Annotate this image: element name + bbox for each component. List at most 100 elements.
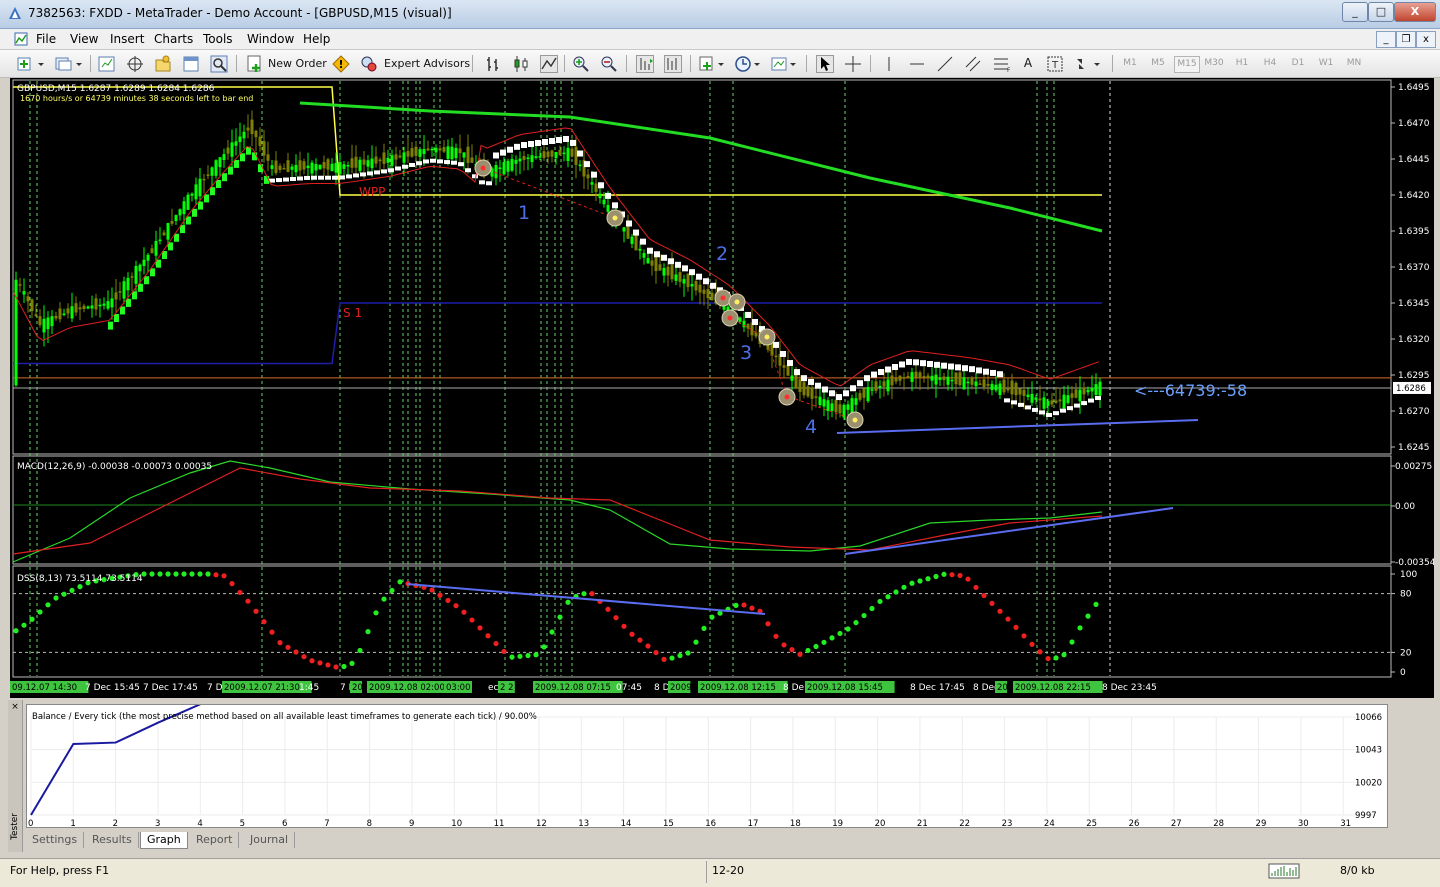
trailing-stop-marker <box>409 162 415 167</box>
trailing-stop-marker <box>752 319 758 325</box>
candle-body <box>50 316 54 327</box>
time-tick-label: 7 Dec 17:45 <box>143 683 198 693</box>
menu-insert[interactable]: Insert <box>110 32 144 46</box>
indicators-icon[interactable] <box>698 55 728 73</box>
trailing-stop-marker <box>780 350 786 357</box>
new-order-icon[interactable] <box>246 55 264 73</box>
candle-body <box>78 307 82 310</box>
maximize-button[interactable]: □ <box>1368 2 1394 22</box>
text-label-icon[interactable]: T <box>1046 55 1064 73</box>
timeframe-m30[interactable]: M30 <box>1202 56 1226 71</box>
tab-graph[interactable]: Graph <box>140 832 188 849</box>
timeframe-m5[interactable]: M5 <box>1146 56 1170 71</box>
templates-icon[interactable] <box>770 55 800 73</box>
trailing-stop-marker <box>577 150 583 157</box>
tab-results[interactable]: Results <box>86 832 139 848</box>
trailing-green-block <box>198 201 203 210</box>
terminal-icon[interactable] <box>182 55 200 73</box>
tab-report[interactable]: Report <box>190 832 240 848</box>
tab-journal[interactable]: Journal <box>244 832 296 848</box>
trailing-stop-marker <box>612 202 618 209</box>
candle-body <box>878 385 882 388</box>
candle-body <box>90 305 94 309</box>
candle-body <box>822 399 826 407</box>
trailing-green-block <box>216 180 221 188</box>
trade-marker-dot <box>720 295 726 301</box>
chart-window[interactable]: 09.12.07 14:30 7 Dec 15:45 7 Dec 17:45 7 D2… <box>10 78 1434 698</box>
trailing-stop-marker <box>864 375 870 382</box>
mdi-close-button[interactable]: x <box>1416 31 1436 48</box>
autotrading-warning-icon[interactable]: ! <box>332 55 350 73</box>
profiles-icon[interactable] <box>54 55 84 73</box>
zoom-out-icon[interactable] <box>600 55 618 73</box>
timeframe-w1[interactable]: W1 <box>1314 56 1338 71</box>
trailing-stop-marker <box>521 142 527 149</box>
data-window-icon[interactable] <box>126 55 144 73</box>
menu-view[interactable]: View <box>70 32 98 46</box>
timeframe-m15[interactable]: M15 <box>1174 56 1200 73</box>
candle-body <box>886 379 890 392</box>
timeframe-h4[interactable]: H4 <box>1258 56 1282 71</box>
trendline-icon[interactable] <box>936 55 954 73</box>
menu-charts[interactable]: Charts <box>154 32 193 46</box>
dss-dot <box>37 609 43 615</box>
bar-chart-icon[interactable] <box>484 55 502 73</box>
menu-file[interactable]: File <box>36 32 56 46</box>
menu-window[interactable]: Window <box>247 32 294 46</box>
time-tick-label: 7 D <box>207 683 223 693</box>
menu-help[interactable]: Help <box>303 32 330 46</box>
candle-body <box>298 160 302 171</box>
close-button[interactable]: X <box>1394 2 1436 22</box>
graph-y-tick: 10020 <box>1355 778 1382 788</box>
periods-clock-icon[interactable] <box>734 55 764 73</box>
new-chart-icon[interactable] <box>16 55 46 73</box>
candle-body <box>654 257 658 272</box>
fibonacci-icon[interactable]: F <box>992 55 1010 73</box>
chart-shift-icon[interactable] <box>664 55 682 73</box>
trailing-stop-marker <box>969 366 975 373</box>
candle-body <box>670 265 674 280</box>
zoom-in-icon[interactable] <box>572 55 590 73</box>
vertical-line-icon[interactable] <box>880 55 898 73</box>
trailing-green-block <box>204 194 209 203</box>
candle-body <box>414 146 418 156</box>
timeframe-m1[interactable]: M1 <box>1118 56 1142 71</box>
strategy-tester-icon[interactable] <box>210 55 228 73</box>
auto-scroll-icon[interactable] <box>636 55 654 73</box>
tester-close-icon[interactable]: × <box>10 702 20 712</box>
dss-dot <box>925 576 931 582</box>
candle-body <box>682 279 686 284</box>
text-tool-button[interactable]: A <box>1022 54 1034 73</box>
menu-tools[interactable]: Tools <box>203 32 233 46</box>
market-watch-icon[interactable] <box>98 55 116 73</box>
chart-window-icon[interactable] <box>14 32 28 46</box>
equidistant-channel-icon[interactable] <box>964 55 982 73</box>
time-axis: 09.12.07 14:30 7 Dec 15:45 7 Dec 17:45 7 D2… <box>10 681 1157 693</box>
new-order-button[interactable]: New Order <box>268 54 327 73</box>
dss-dot <box>485 633 491 639</box>
price-chart-canvas[interactable]: 09.12.07 14:30 7 Dec 15:45 7 Dec 17:45 7 D2… <box>10 78 1434 698</box>
candle-body <box>18 284 22 286</box>
candlestick-icon[interactable] <box>512 55 530 73</box>
minimize-button[interactable]: _ <box>1342 2 1368 22</box>
candle-body <box>774 355 778 358</box>
timeframe-h1[interactable]: H1 <box>1230 56 1254 71</box>
candle-body <box>258 136 262 146</box>
horizontal-line-icon[interactable] <box>908 55 926 73</box>
candle-body <box>446 146 450 159</box>
crosshair-icon[interactable] <box>844 55 862 73</box>
timeframe-d1[interactable]: D1 <box>1286 56 1310 71</box>
mdi-minimize-button[interactable]: _ <box>1376 31 1396 48</box>
tab-settings[interactable]: Settings <box>26 832 85 848</box>
trailing-stop-marker <box>1053 411 1059 416</box>
expert-advisors-button[interactable]: Expert Advisors <box>384 54 470 73</box>
timeframe-mn[interactable]: MN <box>1342 56 1366 71</box>
s1-label: S 1 <box>343 306 362 320</box>
navigator-icon[interactable] <box>154 55 172 73</box>
arrows-icon[interactable] <box>1074 55 1104 73</box>
trailing-stop-marker <box>290 177 296 182</box>
expert-advisors-icon[interactable] <box>360 55 378 73</box>
mdi-restore-button[interactable]: ❐ <box>1396 31 1416 48</box>
cursor-icon[interactable] <box>816 55 834 73</box>
line-chart-icon[interactable] <box>540 55 558 73</box>
